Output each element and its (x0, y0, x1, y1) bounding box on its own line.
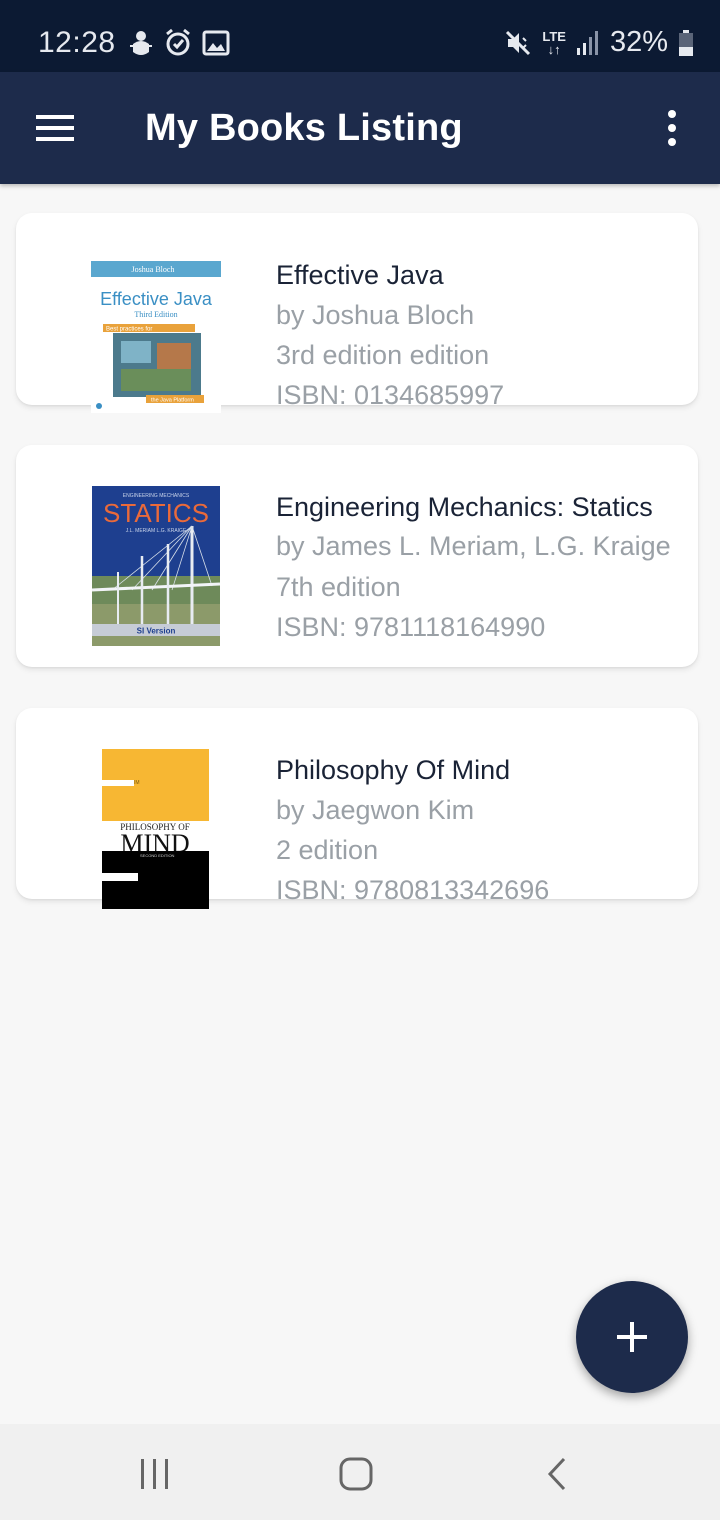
svg-text:STATICS: STATICS (103, 498, 209, 528)
svg-text:J.L. MERIAM L.G. KRAIGE: J.L. MERIAM L.G. KRAIGE (126, 528, 187, 534)
menu-button[interactable] (26, 108, 86, 148)
plus-icon (617, 1322, 647, 1352)
book-edition: 3rd edition edition (276, 340, 490, 370)
status-right-icons: LTE ↓↑ 32% (504, 26, 694, 59)
more-vert-icon (668, 110, 676, 146)
book-details: Effective Java by Joshua Bloch 3rd editi… (276, 255, 686, 411)
svg-text:Third Edition: Third Edition (134, 310, 177, 319)
network-type: LTE ↓↑ (542, 28, 566, 57)
alarm-icon (166, 28, 190, 56)
recent-apps-icon (141, 1459, 168, 1489)
home-button[interactable] (326, 1454, 386, 1494)
book-title: Engineering Mechanics: Statics (276, 492, 653, 522)
book-isbn: ISBN: 9781118164990 (276, 612, 546, 641)
home-icon (339, 1457, 373, 1491)
book-cover: Joshua Bloch Effective Java Third Editio… (91, 261, 221, 413)
book-isbn: ISBN: 9780813342696 (276, 875, 550, 902)
svg-text:the Java Platform: the Java Platform (151, 398, 194, 404)
signal-icon (576, 30, 598, 55)
book-card[interactable]: Joshua Bloch Effective Java Third Editio… (16, 213, 698, 413)
book-details: Engineering Mechanics: Statics by James … (276, 487, 686, 641)
image-icon (202, 30, 230, 56)
battery-icon (679, 29, 693, 56)
svg-text:Joshua Bloch: Joshua Bloch (132, 265, 175, 274)
svg-text:Best practices for: Best practices for (106, 327, 152, 333)
app-bar: My Books Listing (0, 72, 720, 184)
svg-text:Effective Java: Effective Java (100, 289, 213, 309)
book-cover: ENGINEERING MECHANICS STATICS J.L. MERIA… (92, 486, 220, 646)
recent-apps-button[interactable] (125, 1454, 185, 1494)
status-time: 12:28 (38, 26, 116, 59)
book-author: by Jaegwon Kim (276, 795, 475, 825)
book-card[interactable]: ENGINEERING MECHANICS STATICS J.L. MERIA… (16, 445, 698, 667)
status-left-icons (128, 28, 230, 58)
book-cover: JAEGWON KIM PHILOSOPHY OF MIND SECOND ED… (102, 749, 209, 909)
battery-percent: 32% (609, 26, 668, 58)
svg-text:SECOND EDITION: SECOND EDITION (140, 853, 175, 858)
book-title: Philosophy Of Mind (276, 755, 511, 785)
book-details: Philosophy Of Mind by Jaegwon Kim 2 edit… (276, 750, 686, 902)
add-book-button[interactable] (576, 1281, 688, 1393)
system-nav-bar (0, 1424, 720, 1520)
book-author: by James L. Meriam, L.G. Kraige (276, 531, 671, 561)
status-bar: 12:28 LTE ↓↑ 32% (0, 0, 720, 72)
back-button[interactable] (528, 1454, 588, 1494)
book-edition: 2 edition (276, 835, 379, 865)
book-edition: 7th edition (276, 572, 401, 602)
svg-text:SI Version: SI Version (137, 627, 176, 636)
overflow-menu-button[interactable] (652, 108, 692, 152)
hamburger-menu-icon (36, 115, 74, 141)
book-isbn: ISBN: 0134685997 (276, 380, 505, 410)
book-title: Effective Java (276, 260, 444, 290)
page-title: My Books Listing (145, 107, 463, 149)
mute-icon (506, 30, 531, 55)
book-author: by Joshua Bloch (276, 300, 475, 330)
book-card[interactable]: JAEGWON KIM PHILOSOPHY OF MIND SECOND ED… (16, 708, 698, 909)
bug-icon (130, 31, 152, 55)
back-icon (547, 1457, 566, 1491)
